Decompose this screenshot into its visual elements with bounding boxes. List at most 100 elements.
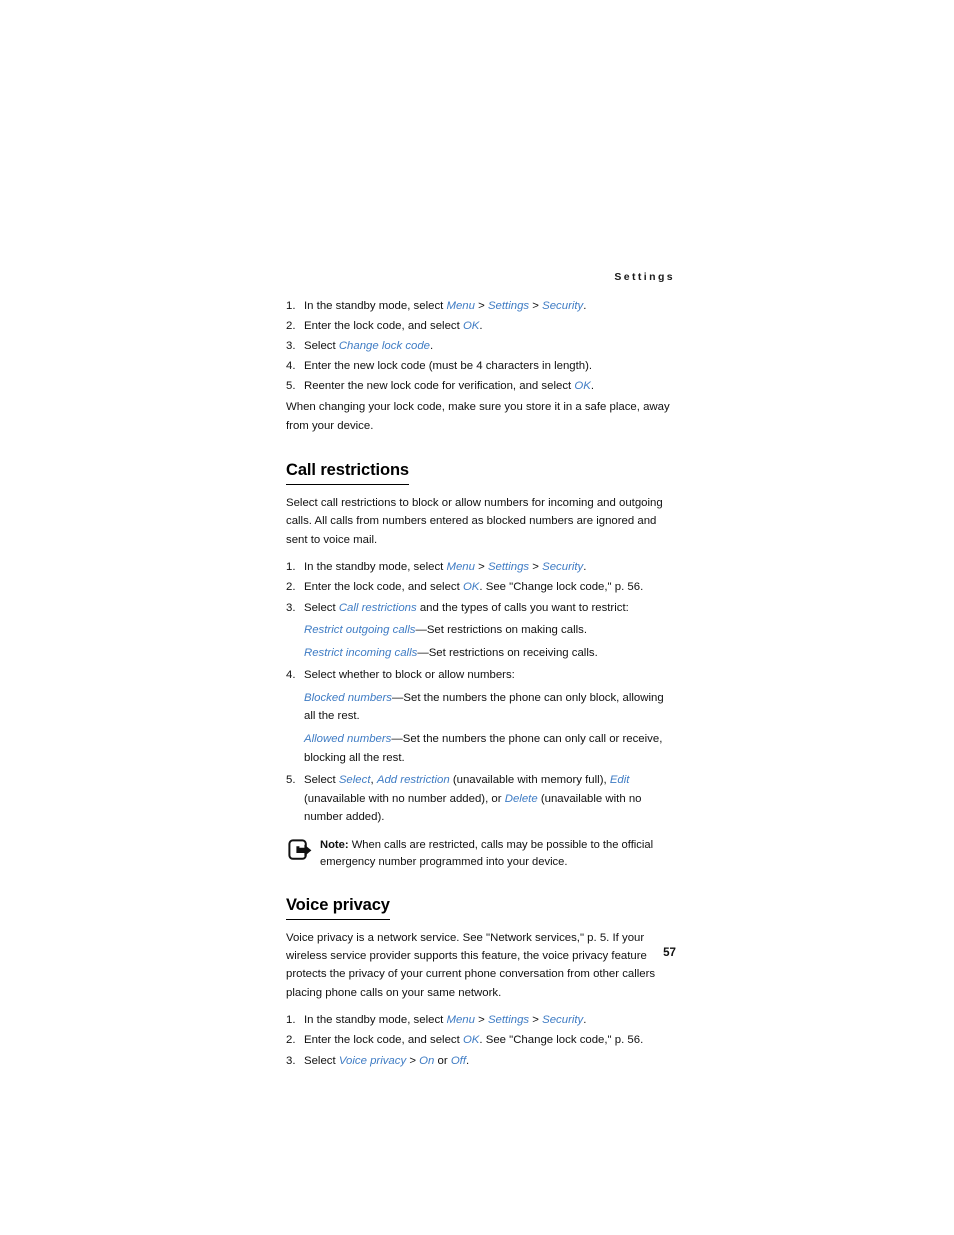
step-item: 2. Enter the lock code, and select OK. Se…: [286, 1031, 676, 1050]
voice-privacy-heading-wrap: Voice privacy: [286, 895, 676, 920]
voice-privacy-step-list: 1. In the standby mode, select Menu > Set…: [286, 1011, 676, 1070]
call-restrictions-intro: Select call restrictions to block or all…: [286, 496, 663, 546]
step-text: Reenter the new lock code for verificati…: [304, 379, 575, 392]
menu-item-reference[interactable]: Voice privacy: [339, 1055, 406, 1067]
step-text: —Set restrictions on receiving calls.: [417, 646, 598, 659]
note-label: Note:: [320, 838, 349, 851]
step-text: . See "Change lock code," p. 56.: [479, 1034, 644, 1047]
call-restrictions-heading: Call restrictions: [286, 460, 409, 485]
menu-item-reference[interactable]: Security: [542, 300, 583, 312]
path-separator: >: [529, 1014, 543, 1027]
step-number: 2.: [286, 319, 296, 332]
path-separator: >: [474, 1014, 488, 1027]
sub-item: Restrict outgoing calls—Set restrictions…: [286, 621, 676, 640]
menu-item-reference[interactable]: Add restriction: [377, 774, 450, 786]
path-separator: >: [529, 561, 543, 574]
menu-item-reference[interactable]: Menu: [446, 1014, 475, 1026]
menu-item-reference[interactable]: OK: [463, 1034, 479, 1046]
menu-item-reference[interactable]: OK: [463, 581, 479, 593]
menu-item-reference[interactable]: Edit: [610, 774, 630, 786]
step-item: 3. Select Voice privacy > On or Off.: [286, 1052, 676, 1071]
running-head: Settings: [614, 271, 675, 283]
menu-item-reference[interactable]: Restrict outgoing calls: [304, 624, 415, 636]
call-restrictions-heading-wrap: Call restrictions: [286, 460, 676, 485]
step-number: 4.: [286, 669, 296, 682]
menu-item-reference[interactable]: Change lock code: [339, 340, 430, 352]
path-separator: >: [474, 561, 488, 574]
step-number: 1.: [286, 299, 296, 312]
step-text: Select: [304, 1054, 339, 1067]
path-separator: >: [406, 1054, 420, 1067]
step-text: (unavailable with no number added), or: [304, 792, 505, 805]
step-number: 2.: [286, 1034, 296, 1047]
step-number: 1.: [286, 1014, 296, 1027]
call-restrictions-step-list: 1. In the standby mode, select Menu > Set…: [286, 558, 676, 827]
menu-item-reference[interactable]: Menu: [446, 300, 475, 312]
step-text: In the standby mode, select: [304, 299, 447, 312]
menu-item-reference[interactable]: Settings: [488, 561, 529, 573]
step-text: .: [590, 379, 594, 392]
menu-item-reference[interactable]: OK: [574, 380, 590, 392]
lock-code-step-list: 1. In the standby mode, select Menu > Set…: [286, 297, 676, 396]
step-item: 4. Enter the new lock code (must be 4 cha…: [286, 357, 676, 376]
menu-item-reference[interactable]: Settings: [488, 1014, 529, 1026]
voice-privacy-intro: Voice privacy is a network service. See …: [286, 931, 656, 999]
step-item: 2. Enter the lock code, and select OK.: [286, 317, 676, 336]
menu-item-reference[interactable]: Call restrictions: [339, 602, 417, 614]
note-body: When calls are restricted, calls may be …: [320, 838, 654, 868]
menu-item-reference[interactable]: Off: [451, 1055, 466, 1067]
sub-item: Allowed numbers—Set the numbers the phon…: [286, 730, 676, 767]
sub-item: Restrict incoming calls—Set restrictions…: [286, 644, 676, 663]
step-text: .: [583, 299, 587, 312]
step-text: Select: [304, 339, 339, 352]
step-text: (unavailable with memory full),: [449, 774, 610, 787]
step-text: Select whether to block or allow numbers…: [304, 669, 515, 682]
step-number: 1.: [286, 561, 296, 574]
step-text: or: [434, 1054, 451, 1067]
step-number: 3.: [286, 601, 296, 614]
step-item: 5. Reenter the new lock code for verifica…: [286, 377, 676, 396]
step-text: . See "Change lock code," p. 56.: [479, 581, 644, 594]
step-text: Enter the lock code, and select: [304, 581, 463, 594]
step-text: In the standby mode, select: [304, 561, 447, 574]
menu-item-reference[interactable]: Select: [339, 774, 371, 786]
step-text: .: [583, 561, 587, 574]
step-text: .: [430, 339, 434, 352]
step-item: 2. Enter the lock code, and select OK. Se…: [286, 578, 676, 597]
step-item: 1. In the standby mode, select Menu > Set…: [286, 558, 676, 577]
step-text: .: [583, 1014, 587, 1027]
menu-item-reference[interactable]: Allowed numbers: [304, 733, 391, 745]
menu-item-reference[interactable]: On: [419, 1055, 434, 1067]
menu-item-reference[interactable]: Delete: [505, 793, 538, 805]
step-text: .: [466, 1054, 470, 1067]
note-arrow-out-of-box-icon: [288, 839, 314, 861]
step-text: In the standby mode, select: [304, 1014, 447, 1027]
menu-item-reference[interactable]: Security: [542, 561, 583, 573]
step-item: 4. Select whether to block or allow numbe…: [286, 666, 676, 685]
lock-code-trailing-paragraph: When changing your lock code, make sure …: [286, 401, 670, 432]
step-number: 4.: [286, 359, 296, 372]
menu-item-reference[interactable]: OK: [463, 320, 479, 332]
step-text: Select: [304, 601, 339, 614]
step-number: 3.: [286, 339, 296, 352]
step-text: Enter the lock code, and select: [304, 1034, 463, 1047]
path-separator: >: [474, 299, 488, 312]
voice-privacy-heading: Voice privacy: [286, 895, 390, 920]
step-text: and the types of calls you want to restr…: [416, 601, 629, 614]
note-callout: Note: When calls are restricted, calls m…: [286, 837, 676, 871]
menu-item-reference[interactable]: Blocked numbers: [304, 692, 392, 704]
menu-item-reference[interactable]: Restrict incoming calls: [304, 647, 417, 659]
menu-item-reference[interactable]: Menu: [446, 561, 475, 573]
step-text: Enter the lock code, and select: [304, 319, 463, 332]
manual-page: Settings 1. In the standby mode, select M…: [0, 0, 954, 1235]
step-text: Select: [304, 774, 339, 787]
step-item: 1. In the standby mode, select Menu > Set…: [286, 297, 676, 316]
menu-item-reference[interactable]: Settings: [488, 300, 529, 312]
step-number: 5.: [286, 379, 296, 392]
page-number: 57: [663, 946, 676, 959]
step-item: 1. In the standby mode, select Menu > Set…: [286, 1011, 676, 1030]
step-number: 3.: [286, 1054, 296, 1067]
step-number: 5.: [286, 774, 296, 787]
menu-item-reference[interactable]: Security: [542, 1014, 583, 1026]
step-item: 3. Select Call restrictions and the types…: [286, 599, 676, 618]
